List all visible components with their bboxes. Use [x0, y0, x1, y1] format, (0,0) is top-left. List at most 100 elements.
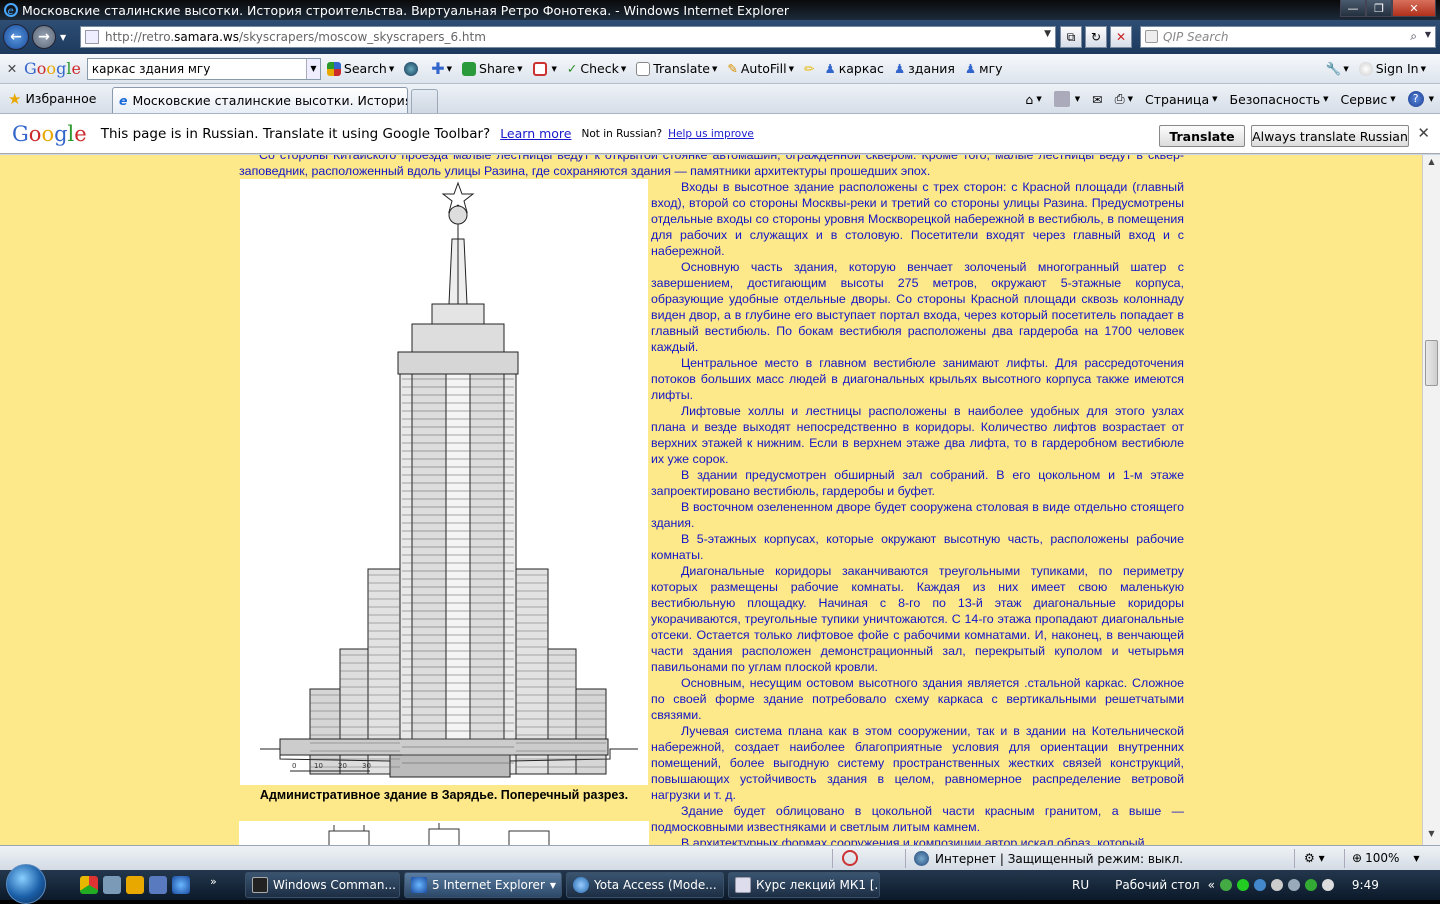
help-button[interactable]: ? ▼ — [1407, 91, 1434, 107]
query-dropdown-icon[interactable]: ▼ — [305, 58, 320, 79]
learn-more-link[interactable]: Learn more — [500, 126, 571, 141]
toolbar-search-button[interactable]: Search ▼ — [326, 61, 394, 76]
refresh-button[interactable]: ↻ — [1085, 26, 1107, 48]
mail-icon: ✉ — [1092, 91, 1103, 107]
ie-tab-icon: e — [119, 93, 128, 108]
tools-menu[interactable]: Сервис ▼ — [1341, 92, 1396, 107]
person-icon: ♟ — [964, 61, 977, 76]
tray-icon[interactable] — [1270, 879, 1283, 891]
intro-paragraph: Со стороны Китайского проезда малые лест… — [239, 155, 1184, 178]
person-icon: ♟ — [824, 61, 836, 76]
compat-view-button[interactable]: ⧉ — [1060, 26, 1082, 48]
tray-icon[interactable] — [1287, 879, 1300, 891]
taskbar-item-word[interactable]: Курс лекций МК1 [... — [728, 872, 880, 898]
favorites-button[interactable]: ★ Избранное — [8, 90, 108, 108]
infobar-close-icon[interactable]: ✕ — [1417, 124, 1430, 142]
wrench-button[interactable]: 🔧 ▼ — [1326, 61, 1349, 77]
scroll-down-icon[interactable]: ▼ — [1425, 829, 1438, 843]
translate-infobar: Google This page is in Russian. Translat… — [0, 114, 1440, 154]
page-menu[interactable]: Страница ▼ — [1145, 92, 1217, 107]
google-search-input[interactable]: каркас здания мгу ▼ — [86, 57, 321, 80]
explorer-icon[interactable] — [103, 876, 121, 894]
system-tray: RU Рабочий стол « 9:49 — [1072, 870, 1379, 900]
media-icon[interactable] — [126, 876, 144, 894]
url-dropdown-icon[interactable]: ▼ — [1044, 29, 1051, 39]
toolbar-expand-icon[interactable]: « — [1208, 878, 1215, 892]
maximize-button[interactable]: ❐ — [1366, 0, 1392, 17]
address-bar: ← → ▼ http://retro. samara.ws/skyscrapers… — [0, 20, 1440, 54]
quicklaunch-more-icon[interactable]: » — [210, 875, 217, 888]
mail-button[interactable]: ✉ — [1092, 92, 1102, 107]
scale-label: 20 — [338, 762, 347, 770]
search-dropdown-icon[interactable]: ▼ — [1425, 30, 1431, 39]
translate-icon — [636, 61, 651, 76]
security-icon[interactable] — [842, 850, 858, 866]
clock[interactable]: 9:49 — [1352, 878, 1379, 892]
vertical-scrollbar[interactable]: ▲ ▼ — [1422, 155, 1440, 845]
scroll-up-icon[interactable]: ▲ — [1425, 157, 1438, 171]
back-button[interactable]: ← — [3, 24, 29, 50]
tray-icon[interactable] — [1219, 879, 1232, 891]
highlighter-icon: ✏ — [804, 61, 815, 76]
paragraph: Центральное место в главном вестибюле за… — [651, 356, 1184, 402]
toolbar-close-icon[interactable]: ✕ — [0, 61, 24, 76]
desktop-toolbar-label[interactable]: Рабочий стол — [1115, 878, 1199, 892]
zoom-button[interactable]: ⊕ 100% ▼ — [1352, 851, 1420, 865]
cmd-icon — [252, 877, 268, 893]
safety-menu[interactable]: Безопасность ▼ — [1230, 92, 1329, 107]
stop-button[interactable]: ✕ — [1110, 26, 1132, 48]
translate-page-button[interactable]: Translate — [1159, 125, 1245, 147]
plus-icon: ✚ — [431, 59, 445, 78]
print-button[interactable]: ⎙ ▼ — [1115, 91, 1133, 107]
url-input[interactable]: http://retro. samara.ws/skyscrapers/mosco… — [80, 26, 1056, 48]
forward-button[interactable]: → — [32, 25, 56, 49]
window-title: Московские сталинские высотки. История с… — [22, 2, 790, 18]
minimize-button[interactable]: — — [1340, 0, 1366, 17]
paragraph: В 5-этажных корпусах, которые окружают в… — [651, 532, 1184, 562]
tab-active[interactable]: e Московские сталинские высотки. История … — [112, 87, 408, 113]
globe-button[interactable] — [404, 61, 421, 76]
yota-icon — [573, 877, 589, 893]
network-icon[interactable] — [1304, 879, 1317, 891]
share-button[interactable]: Share ▼ — [462, 61, 523, 76]
search-icon[interactable]: ⌕ — [1410, 29, 1417, 44]
ie-quicklaunch-icon[interactable] — [172, 876, 190, 894]
plus-button[interactable]: ✚ ▼ — [431, 59, 452, 78]
volume-icon[interactable] — [1321, 879, 1334, 891]
scroll-thumb[interactable] — [1425, 340, 1438, 386]
close-button[interactable]: ✕ — [1392, 0, 1436, 17]
translate-button[interactable]: Translate ▼ — [636, 61, 717, 76]
home-button[interactable]: ⌂ ▼ — [1025, 92, 1041, 107]
taskbar-item-ie[interactable]: 5 Internet Explorer ▼ — [404, 872, 562, 898]
popup-blocker-button[interactable]: ▼ — [532, 61, 557, 76]
paragraph: Лучевая система плана как в этом сооруже… — [651, 724, 1184, 802]
new-tab-button[interactable] — [411, 89, 438, 113]
term-button-zdaniya[interactable]: ♟ здания — [894, 61, 955, 76]
highlight-button[interactable]: ✏ — [804, 61, 814, 76]
figure-caption: Административное здание в Зарядье. Попер… — [239, 785, 649, 803]
desktop-icon[interactable] — [149, 876, 167, 894]
tray-icon[interactable] — [1236, 879, 1249, 891]
sign-in-button[interactable]: Sign In ▼ — [1358, 61, 1426, 76]
language-indicator[interactable]: RU — [1072, 878, 1089, 892]
help-improve-link[interactable]: Help us improve — [668, 128, 754, 140]
article-text: Входы в высотное здание расположены с тр… — [651, 179, 1184, 845]
chrome-icon[interactable] — [80, 876, 98, 894]
start-button[interactable] — [6, 864, 46, 904]
taskbar-item-yota[interactable]: Yota Access (Mode... — [566, 872, 724, 898]
page-icon — [85, 30, 99, 44]
qip-search-input[interactable]: QIP Search ⌕ ▼ — [1140, 26, 1436, 48]
protected-mode-icon[interactable]: ⚙ ▾ — [1304, 851, 1325, 865]
paragraph: Лифтовые холлы и лестницы расположены в … — [651, 404, 1184, 466]
status-bar: Интернет | Защищенный режим: выкл. ⚙ ▾ ⊕… — [0, 845, 1440, 870]
taskbar-item-cmd[interactable]: Windows Comman... — [245, 872, 400, 898]
always-translate-button[interactable]: Always translate Russian — [1251, 125, 1409, 147]
history-dropdown-icon[interactable]: ▼ — [60, 33, 66, 42]
term-button-mgu[interactable]: ♟ мгу — [965, 61, 1003, 76]
autofill-button[interactable]: ✎ AutoFill ▼ — [727, 61, 794, 76]
tray-icon[interactable] — [1253, 879, 1266, 891]
feeds-button[interactable]: ▼ — [1053, 91, 1080, 107]
check-button[interactable]: ✓ Check ▼ — [567, 61, 626, 76]
zoom-icon: ⊕ — [1352, 851, 1363, 865]
term-button-karkas[interactable]: ♟ каркас — [824, 61, 883, 76]
